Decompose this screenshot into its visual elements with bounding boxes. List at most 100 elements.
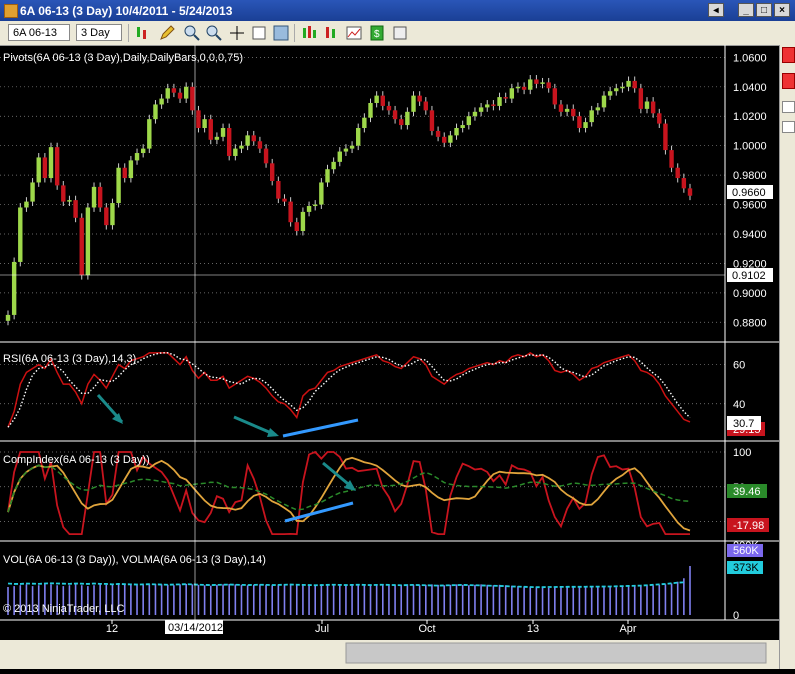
interval-selector[interactable]: 3 Day ▾ — [76, 24, 122, 56]
price-tick-label: 0.9800 — [733, 170, 767, 182]
candle-body — [134, 153, 140, 161]
candle-body — [104, 207, 109, 226]
blue-trendline-comp[interactable] — [284, 501, 354, 523]
candle-body — [122, 167, 127, 179]
instrument-selector[interactable]: 6A 06-13 — [8, 24, 70, 41]
interval-label: 3 Day — [81, 27, 110, 39]
side-tab-red[interactable] — [782, 47, 795, 63]
order-entry-icon[interactable]: $ — [368, 24, 386, 42]
candle-body — [282, 198, 287, 202]
candle-body — [528, 79, 533, 90]
candle-body — [552, 88, 558, 105]
candle-body — [491, 104, 496, 106]
close-button[interactable]: × — [774, 3, 790, 17]
candle-body — [153, 104, 158, 120]
candle-body — [54, 147, 60, 186]
candle-body — [546, 82, 551, 89]
candle-body — [140, 148, 146, 154]
candle-body — [18, 207, 23, 262]
rsi-tick-label: 60 — [733, 360, 745, 372]
candle-body — [110, 203, 115, 226]
candle-body — [497, 97, 502, 106]
comp-value-a: 39.46 — [733, 486, 761, 498]
candle-body — [423, 101, 429, 111]
candle-body — [79, 217, 84, 276]
scrollbar-thumb[interactable] — [345, 642, 767, 664]
print-icon[interactable] — [391, 24, 409, 42]
side-tab-white[interactable] — [782, 121, 795, 133]
strategies-icon[interactable] — [323, 24, 341, 42]
chart-area[interactable]: Pivots(6A 06-13 (3 Day),Daily,DailyBars,… — [0, 45, 779, 669]
chart-svg[interactable]: Pivots(6A 06-13 (3 Day),Daily,DailyBars,… — [0, 45, 779, 669]
candle-body — [429, 110, 435, 131]
candle-body — [11, 261, 17, 315]
candle-body — [681, 178, 687, 189]
candle-body — [466, 116, 472, 126]
window-title: 6A 06-13 (3 Day) 10/4/2011 - 5/24/2013 — [20, 4, 233, 18]
instrument-label: 6A 06-13 — [13, 27, 58, 39]
candle-body — [306, 206, 312, 212]
candle-body — [24, 201, 29, 208]
candle-body — [644, 101, 650, 109]
candle-body — [405, 111, 410, 126]
indicators-icon[interactable] — [300, 24, 318, 42]
candle-body — [337, 151, 342, 162]
candle-body — [276, 180, 281, 199]
price-tick-label: 0.9400 — [733, 229, 767, 241]
candle-body — [214, 136, 220, 140]
candle-body — [251, 135, 256, 142]
candle-body — [620, 86, 625, 89]
candle-body — [177, 92, 183, 99]
templates-icon[interactable] — [345, 24, 363, 42]
candle-body — [36, 157, 41, 183]
candle-body — [269, 163, 275, 181]
candle-body — [128, 160, 134, 179]
candle-body — [687, 188, 693, 196]
comp-value-b: -17.98 — [733, 520, 764, 532]
price-tick-label: 1.0400 — [733, 82, 767, 94]
candle-body — [226, 128, 232, 156]
chart-toolbar: 6A 06-13 3 Day ▾ $ — [0, 21, 795, 56]
candle-body — [349, 145, 355, 149]
candle-body — [558, 104, 564, 112]
price-tick-label: 0.9600 — [733, 200, 767, 212]
side-tab-red[interactable] — [782, 73, 795, 89]
price-tick-label: 1.0200 — [733, 111, 767, 123]
blue-trendline-rsi[interactable] — [282, 418, 359, 438]
candle-body — [325, 169, 330, 183]
candle-body — [116, 167, 121, 204]
candle-body — [313, 204, 318, 207]
candle-body — [343, 148, 349, 152]
candle-body — [159, 98, 164, 105]
candle-body — [5, 314, 11, 321]
time-tick-label: Oct — [418, 623, 435, 635]
candle-body — [399, 119, 404, 126]
properties-icon[interactable] — [250, 24, 268, 42]
candle-body — [669, 150, 674, 168]
candle-body — [650, 101, 656, 114]
candle-body — [374, 95, 379, 103]
zoom-in-icon[interactable] — [183, 24, 201, 42]
zoom-out-icon[interactable] — [205, 24, 223, 42]
candle-body — [233, 148, 238, 156]
compindex-label: CompIndex(6A 06-13 (3 Day)) — [3, 454, 150, 466]
candle-body — [454, 128, 459, 136]
candle-body — [626, 80, 631, 87]
bar-type-icon[interactable] — [133, 24, 151, 42]
crosshair-icon[interactable] — [228, 24, 246, 42]
title-bar: 6A 06-13 (3 Day) 10/4/2011 - 5/24/2013 ◂… — [0, 0, 795, 21]
candle-body — [300, 211, 306, 232]
drawing-pencil-icon[interactable] — [158, 24, 176, 42]
candle-body — [368, 102, 373, 118]
candle-body — [509, 88, 515, 99]
candle-body — [263, 148, 269, 164]
minimize-button[interactable]: _ — [738, 3, 754, 17]
vol-value-b: 373K — [733, 562, 759, 574]
scroll-left-icon[interactable]: ◂ — [708, 3, 724, 17]
maximize-button[interactable]: □ — [756, 3, 772, 17]
candle-body — [632, 80, 637, 89]
candle-body — [460, 125, 465, 129]
magnifier-icon[interactable] — [272, 24, 290, 42]
side-tab-white[interactable] — [782, 101, 795, 113]
candle-body — [435, 130, 441, 137]
